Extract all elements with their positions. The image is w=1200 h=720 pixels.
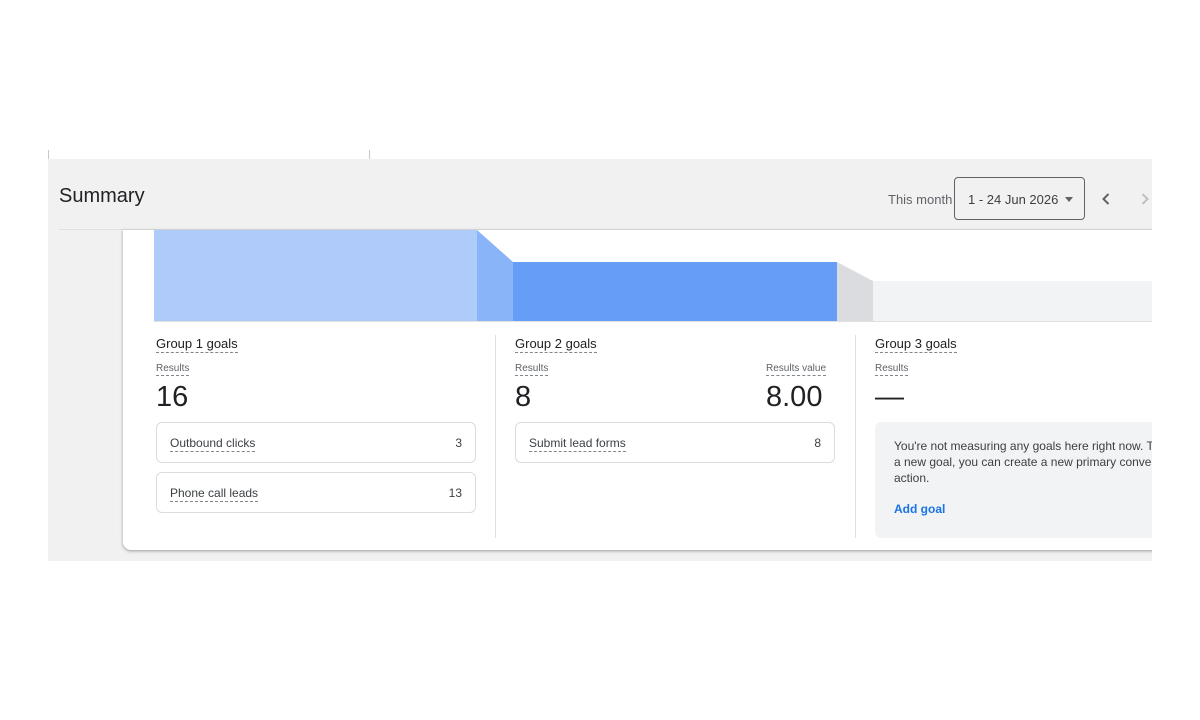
date-range-value: 1 - 24 Jun 2026 (968, 192, 1059, 207)
conversion-name: Phone call leads (170, 486, 259, 502)
chevron-right-icon (1141, 193, 1149, 205)
chevron-left-icon (1102, 193, 1110, 205)
next-period-button[interactable] (1134, 188, 1152, 210)
conversion-count: 8 (814, 436, 821, 450)
funnel-group3-bar (873, 281, 1152, 321)
empty-goals-message: You're not measuring any goals here righ… (894, 439, 1152, 485)
add-goal-link[interactable]: Add goal (894, 502, 945, 516)
group-divider (495, 335, 496, 538)
group2-results-label: Results (515, 363, 549, 376)
group1-title[interactable]: Group 1 goals (156, 336, 238, 353)
group2-results-value-amount: 8.00 (766, 381, 823, 413)
group2-results-value-label: Results value (766, 363, 827, 376)
group1-results-value: 16 (156, 381, 189, 413)
group2-title[interactable]: Group 2 goals (515, 336, 597, 353)
group-divider (855, 335, 856, 538)
conversion-count: 13 (448, 486, 462, 500)
funnel-group2-bar (513, 262, 837, 321)
arrow-drop-down-icon (1065, 197, 1073, 202)
funnel-group1-bar (154, 230, 477, 321)
summary-panel: Summary This month 1 - 24 Jun 2026 Group… (48, 159, 1152, 561)
group2-results-value: 8 (515, 381, 532, 413)
empty-goals-notice: You're not measuring any goals here righ… (875, 422, 1152, 538)
group1-results-label: Results (156, 363, 190, 376)
conversion-row-submit-lead-forms[interactable]: Submit lead forms 8 (515, 422, 835, 463)
conversion-count: 3 (455, 436, 462, 450)
conversion-name: Outbound clicks (170, 436, 256, 452)
funnel-group1-connector (477, 230, 513, 321)
group3-results-value: — (875, 381, 904, 413)
previous-period-button[interactable] (1095, 188, 1117, 210)
goals-funnel-chart (154, 230, 1152, 322)
goals-card: Group 1 goals Results 16 Outbound clicks… (123, 230, 1152, 550)
conversion-row-phone-call-leads[interactable]: Phone call leads 13 (156, 472, 476, 513)
conversion-name: Submit lead forms (529, 436, 626, 452)
group3-title[interactable]: Group 3 goals (875, 336, 957, 353)
date-range-select[interactable]: 1 - 24 Jun 2026 (954, 177, 1085, 220)
funnel-group2-connector (837, 262, 873, 321)
summary-title: Summary (59, 185, 145, 207)
period-label: This month (888, 192, 953, 207)
conversion-row-outbound-clicks[interactable]: Outbound clicks 3 (156, 422, 476, 463)
group3-results-label: Results (875, 363, 909, 376)
